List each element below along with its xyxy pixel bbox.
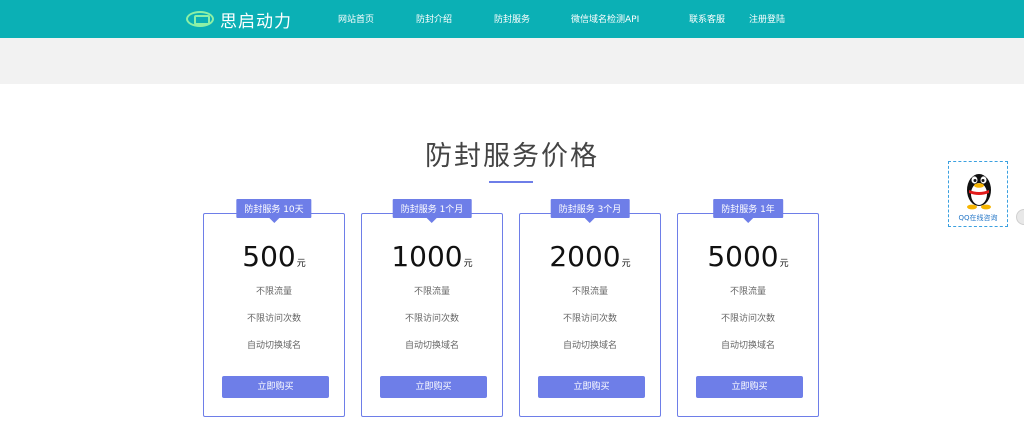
qq-penguin-icon	[967, 174, 991, 210]
nav-item-contact[interactable]: 联系客服	[689, 12, 725, 25]
logo-text: 思启动力	[220, 11, 292, 32]
feature-domain-switch: 自动切换域名	[404, 341, 459, 351]
nav-item-api[interactable]: 微信域名检测API	[571, 12, 639, 25]
buy-now-button[interactable]: 立即购买	[380, 376, 487, 398]
price-unit: 元	[296, 259, 306, 269]
plan-price: 1000元	[362, 240, 502, 273]
plan-price: 5000元	[678, 240, 818, 273]
pricing-card-3months: 防封服务 3个月 2000元 不限流量 不限访问次数 自动切换域名 立即购买	[519, 199, 661, 417]
price-value: 2000	[549, 240, 621, 273]
title-underline	[489, 181, 533, 183]
qq-consult-label: QQ在线咨询	[958, 214, 998, 222]
plan-price: 500元	[204, 240, 344, 273]
plan-badge: 防封服务 1个月	[392, 199, 472, 218]
buy-now-button[interactable]: 立即购买	[222, 376, 329, 398]
feature-traffic: 不限流量	[255, 287, 292, 297]
top-navbar: 思启动力 网站首页 防封介绍 防封服务 微信域名检测API 联系客服 注册登陆	[0, 0, 1024, 38]
feature-traffic: 不限流量	[571, 287, 608, 297]
feature-domain-switch: 自动切换域名	[720, 341, 775, 351]
pricing-card-10days: 防封服务 10天 500元 不限流量 不限访问次数 自动切换域名 立即购买	[203, 199, 345, 417]
scroll-handle[interactable]	[1016, 209, 1024, 225]
price-value: 1000	[391, 240, 463, 273]
logo-icon	[186, 11, 214, 27]
feature-visits: 不限访问次数	[404, 314, 459, 324]
feature-visits: 不限访问次数	[720, 314, 775, 324]
site-logo[interactable]: 思启动力	[186, 8, 292, 32]
feature-traffic: 不限流量	[729, 287, 766, 297]
price-value: 5000	[707, 240, 779, 273]
nav-item-home[interactable]: 网站首页	[338, 12, 374, 25]
price-value: 500	[242, 240, 296, 273]
nav-item-intro[interactable]: 防封介绍	[416, 12, 452, 25]
plan-badge: 防封服务 10天	[236, 199, 312, 218]
price-unit: 元	[779, 259, 789, 269]
price-unit: 元	[621, 259, 631, 269]
banner-band	[0, 38, 1024, 84]
feature-visits: 不限访问次数	[562, 314, 617, 324]
feature-domain-switch: 自动切换域名	[246, 341, 301, 351]
qq-consult-widget[interactable]: QQ在线咨询	[948, 161, 1008, 227]
plan-badge: 防封服务 1年	[713, 199, 783, 218]
plan-badge: 防封服务 3个月	[550, 199, 630, 218]
feature-domain-switch: 自动切换域名	[562, 341, 617, 351]
plan-price: 2000元	[520, 240, 660, 273]
section-title: 防封服务价格	[425, 141, 599, 172]
feature-visits: 不限访问次数	[246, 314, 301, 324]
nav-item-service[interactable]: 防封服务	[494, 12, 530, 25]
buy-now-button[interactable]: 立即购买	[696, 376, 803, 398]
nav-item-login[interactable]: 注册登陆	[749, 12, 785, 25]
price-unit: 元	[463, 259, 473, 269]
feature-traffic: 不限流量	[413, 287, 450, 297]
buy-now-button[interactable]: 立即购买	[538, 376, 645, 398]
pricing-card-1year: 防封服务 1年 5000元 不限流量 不限访问次数 自动切换域名 立即购买	[677, 199, 819, 417]
pricing-card-1month: 防封服务 1个月 1000元 不限流量 不限访问次数 自动切换域名 立即购买	[361, 199, 503, 417]
